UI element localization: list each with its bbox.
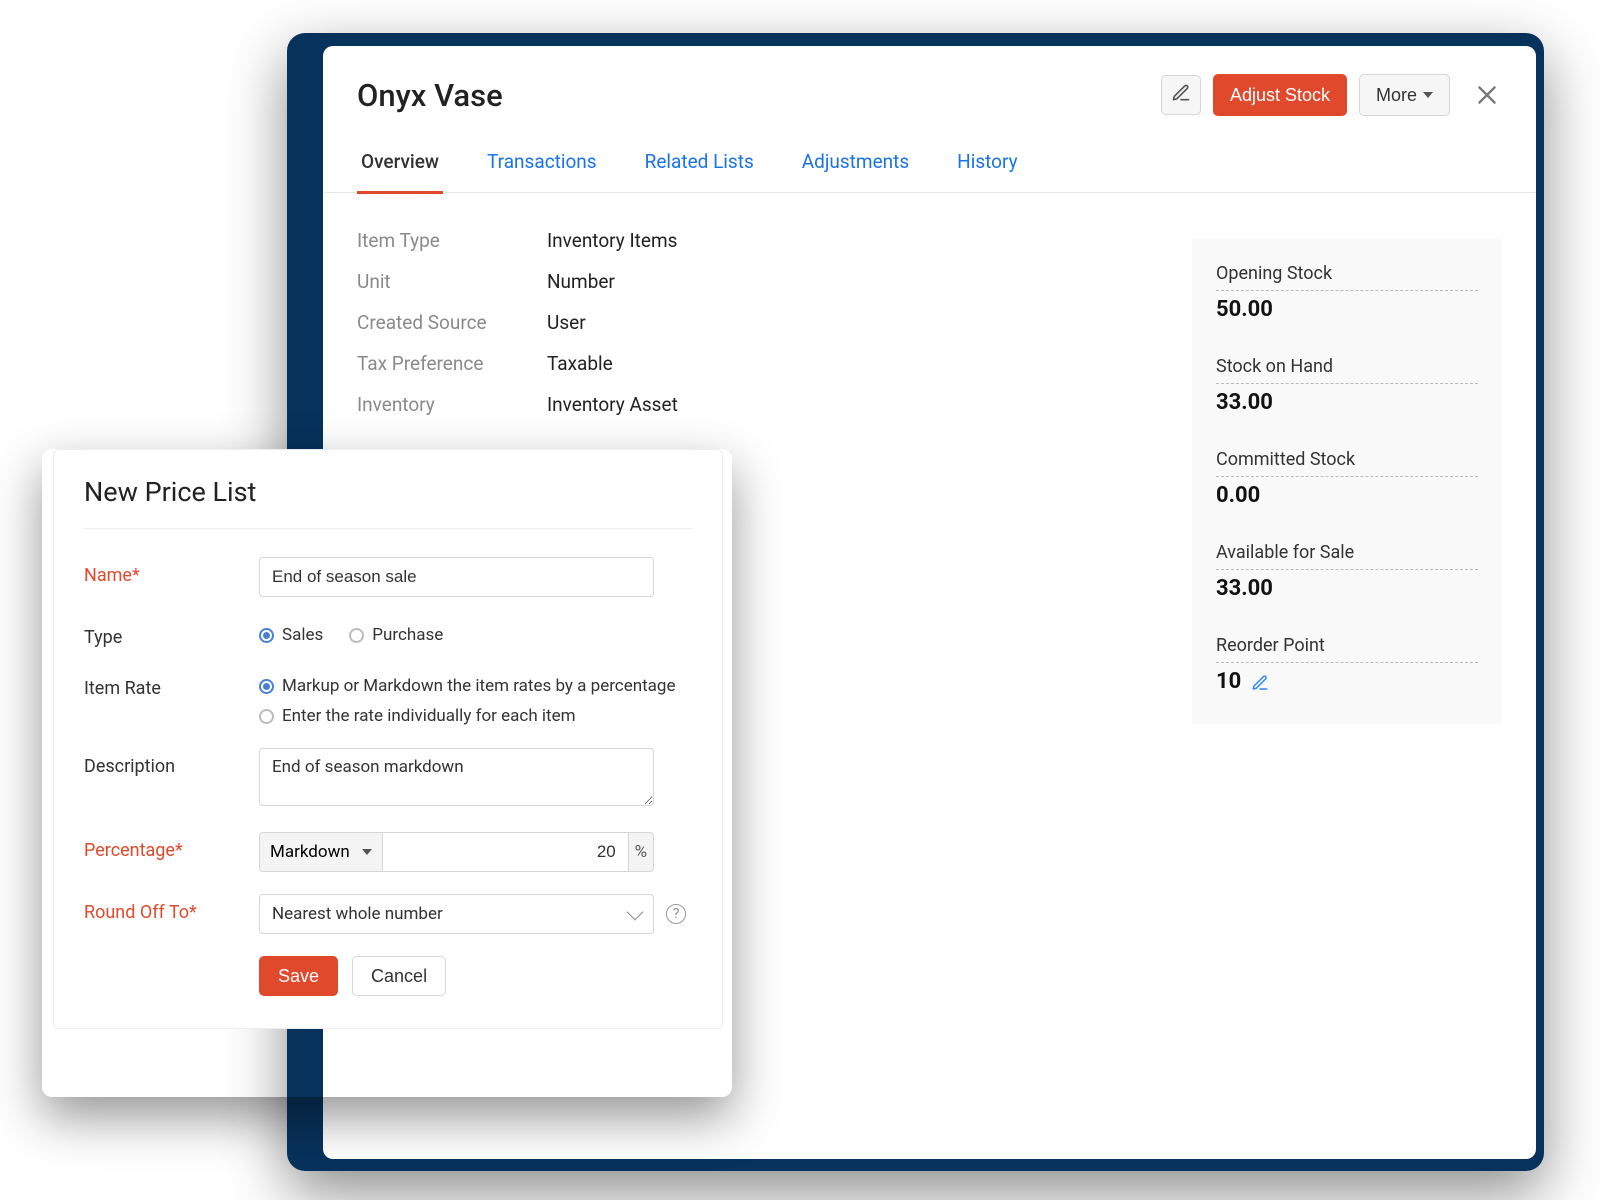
stock-value: 0.00 (1216, 483, 1260, 508)
edit-button[interactable] (1161, 75, 1201, 115)
name-input[interactable] (259, 557, 654, 597)
round-help-button[interactable]: ? (666, 904, 686, 924)
type-label: Type (84, 619, 259, 648)
stock-value: 10 (1216, 669, 1269, 694)
stock-label: Reorder Point (1216, 635, 1478, 663)
rate-radio-markup[interactable]: Markup or Markdown the item rates by a p… (259, 676, 675, 696)
percentage-mode-value: Markdown (270, 842, 350, 862)
description-input[interactable] (259, 748, 654, 806)
detail-label: Unit (357, 270, 547, 293)
detail-label: Created Source (357, 311, 547, 334)
form-row-type: Type Sales Purchase (84, 619, 692, 648)
detail-row: Unit Number (357, 270, 1132, 293)
name-label: Name* (84, 557, 259, 586)
detail-row: Item Type Inventory Items (357, 229, 1132, 252)
stock-label: Available for Sale (1216, 542, 1478, 570)
form-row-round: Round Off To* Nearest whole number ? (84, 894, 692, 934)
detail-label: Inventory (357, 393, 547, 416)
reorder-value: 10 (1216, 669, 1241, 694)
caret-down-icon (362, 849, 372, 855)
item-title: Onyx Vase (357, 77, 1161, 114)
save-button[interactable]: Save (259, 956, 338, 996)
rate-radio-individual[interactable]: Enter the rate individually for each ite… (259, 706, 576, 726)
type-radio-sales[interactable]: Sales (259, 625, 323, 645)
adjust-stock-button[interactable]: Adjust Stock (1213, 74, 1347, 116)
radio-icon (349, 628, 364, 643)
header-actions: Adjust Stock More (1161, 74, 1500, 116)
stock-label: Opening Stock (1216, 263, 1478, 291)
round-label: Round Off To* (84, 894, 259, 923)
caret-down-icon (1423, 92, 1433, 98)
item-header: Onyx Vase Adjust Stock More (323, 46, 1536, 132)
form-row-description: Description (84, 748, 692, 810)
detail-label: Item Type (357, 229, 547, 252)
detail-row: Inventory Inventory Asset (357, 393, 1132, 416)
tabs: Overview Transactions Related Lists Adju… (323, 132, 1536, 193)
stock-item-committed: Committed Stock 0.00 (1216, 449, 1478, 508)
stock-item-reorder: Reorder Point 10 (1216, 635, 1478, 694)
form-row-percentage: Percentage* Markdown % (84, 832, 692, 872)
round-value: Nearest whole number (272, 904, 443, 924)
radio-label: Markup or Markdown the item rates by a p… (282, 676, 675, 696)
stock-panel: Opening Stock 50.00 Stock on Hand 33.00 … (1192, 239, 1502, 724)
stock-item-available: Available for Sale 33.00 (1216, 542, 1478, 601)
type-radio-purchase[interactable]: Purchase (349, 625, 443, 645)
stock-value: 33.00 (1216, 390, 1273, 415)
modal-actions: Save Cancel (84, 956, 692, 996)
detail-row: Created Source User (357, 311, 1132, 334)
detail-value: Inventory Asset (547, 393, 678, 416)
percentage-mode-select[interactable]: Markdown (259, 832, 382, 872)
item-rate-label: Item Rate (84, 670, 259, 699)
stock-label: Stock on Hand (1216, 356, 1478, 384)
radio-icon (259, 709, 274, 724)
radio-icon (259, 628, 274, 643)
edit-reorder-button[interactable] (1251, 673, 1269, 691)
detail-value: Taxable (547, 352, 613, 375)
detail-value: User (547, 311, 586, 334)
radio-label: Sales (282, 625, 323, 645)
more-button[interactable]: More (1359, 74, 1450, 116)
radio-icon (259, 679, 274, 694)
percentage-label: Percentage* (84, 832, 259, 861)
detail-value: Inventory Items (547, 229, 677, 252)
round-select[interactable]: Nearest whole number (259, 894, 654, 934)
new-price-list-modal: New Price List Name* Type Sales Purchase… (53, 449, 723, 1029)
cancel-button[interactable]: Cancel (352, 956, 446, 996)
description-label: Description (84, 748, 259, 777)
more-label: More (1376, 85, 1417, 106)
tab-adjustments[interactable]: Adjustments (798, 132, 913, 194)
stock-value: 50.00 (1216, 297, 1273, 322)
stock-label: Committed Stock (1216, 449, 1478, 477)
radio-label: Purchase (372, 625, 443, 645)
percentage-input[interactable] (382, 832, 629, 872)
stock-item-opening: Opening Stock 50.00 (1216, 263, 1478, 322)
form-row-name: Name* (84, 557, 692, 597)
modal-title: New Price List (84, 476, 692, 529)
tab-transactions[interactable]: Transactions (483, 132, 601, 194)
pencil-icon (1171, 83, 1191, 108)
stock-item-onhand: Stock on Hand 33.00 (1216, 356, 1478, 415)
close-button[interactable] (1474, 82, 1500, 108)
detail-label: Tax Preference (357, 352, 547, 375)
tab-history[interactable]: History (953, 132, 1021, 194)
form-row-item-rate: Item Rate Markup or Markdown the item ra… (84, 670, 692, 726)
radio-label: Enter the rate individually for each ite… (282, 706, 576, 726)
percentage-suffix: % (629, 832, 654, 872)
detail-row: Tax Preference Taxable (357, 352, 1132, 375)
tab-overview[interactable]: Overview (357, 132, 443, 194)
tab-related-lists[interactable]: Related Lists (641, 132, 758, 194)
detail-value: Number (547, 270, 615, 293)
chevron-down-icon (627, 904, 644, 921)
stock-value: 33.00 (1216, 576, 1273, 601)
